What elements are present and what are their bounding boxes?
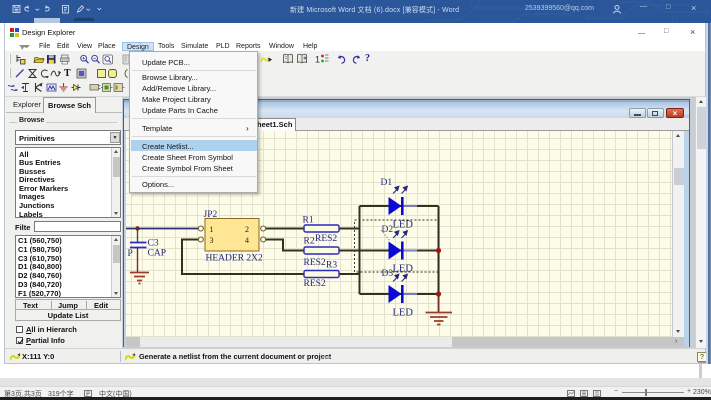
svg-text:4: 4	[245, 236, 249, 245]
svg-text:1: 1	[315, 55, 320, 65]
svg-text:3: 3	[210, 236, 214, 245]
svg-text:C3: C3	[148, 239, 159, 249]
svg-text:RES2: RES2	[304, 258, 326, 268]
svg-text:HEADER 2X2: HEADER 2X2	[206, 254, 264, 264]
svg-text:JP2: JP2	[204, 210, 218, 220]
svg-text:R3: R3	[326, 261, 337, 271]
svg-text:R1: R1	[303, 216, 314, 226]
svg-text:R2: R2	[304, 237, 315, 247]
svg-text:RES2: RES2	[304, 279, 326, 289]
svg-text:CAP: CAP	[148, 249, 166, 259]
svg-text:RES2: RES2	[315, 234, 337, 244]
svg-text:LED: LED	[393, 220, 414, 231]
svg-text:LED: LED	[393, 308, 414, 319]
svg-text:LED: LED	[393, 264, 414, 275]
svg-text:D1: D1	[381, 178, 393, 188]
svg-text:2: 2	[245, 225, 249, 234]
svg-text:P: P	[128, 249, 133, 259]
svg-text:1: 1	[210, 225, 214, 234]
